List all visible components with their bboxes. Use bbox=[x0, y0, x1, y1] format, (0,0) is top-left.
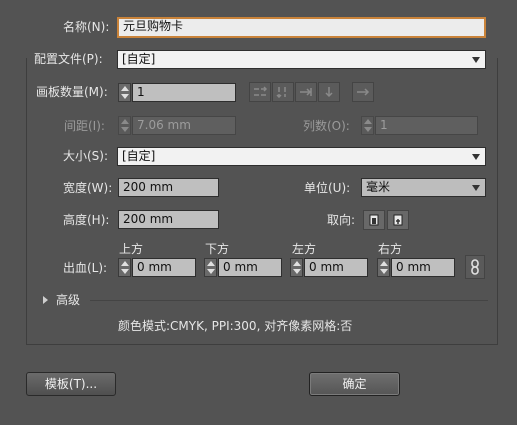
height-label: 高度(H): bbox=[63, 213, 110, 227]
width-label: 宽度(W): bbox=[63, 181, 113, 195]
profile-label: 配置文件(P): bbox=[34, 51, 105, 67]
spacing-stepper bbox=[118, 116, 131, 135]
columns-input: 1 bbox=[375, 116, 478, 135]
columns-stepper bbox=[361, 116, 374, 135]
portrait-icon[interactable] bbox=[363, 210, 385, 230]
document-summary: 颜色模式:CMYK, PPI:300, 对齐像素网格:否 bbox=[118, 319, 353, 333]
grid-by-row-icon[interactable] bbox=[249, 82, 271, 102]
size-select-value: [自定] bbox=[122, 149, 156, 163]
bleed-right-label: 右方 bbox=[378, 242, 403, 256]
bleed-left-input[interactable]: 0 mm bbox=[304, 258, 368, 277]
bleed-top-input[interactable]: 0 mm bbox=[132, 258, 196, 277]
chevron-down-icon bbox=[472, 154, 480, 160]
bleed-left-label: 左方 bbox=[292, 242, 317, 256]
name-label: 名称(N): bbox=[63, 20, 110, 34]
bleed-top-stepper[interactable] bbox=[118, 258, 131, 277]
landscape-icon[interactable] bbox=[387, 210, 409, 230]
profile-select-value: [自定] bbox=[122, 52, 156, 66]
bleed-left-stepper[interactable] bbox=[290, 258, 303, 277]
spacing-label: 间距(I): bbox=[64, 119, 105, 133]
right-to-left-icon[interactable] bbox=[352, 82, 374, 102]
arrange-by-row-icon[interactable] bbox=[295, 82, 317, 102]
bleed-bottom-stepper[interactable] bbox=[204, 258, 217, 277]
spacing-input: 7.06 mm bbox=[132, 116, 236, 135]
ok-button[interactable]: 确定 bbox=[309, 372, 400, 396]
size-label: 大小(S): bbox=[63, 149, 109, 163]
bleed-bottom-label: 下方 bbox=[205, 242, 230, 256]
link-icon[interactable] bbox=[465, 255, 485, 279]
bleed-bottom-input[interactable]: 0 mm bbox=[218, 258, 282, 277]
artboards-label: 画板数量(M): bbox=[36, 85, 108, 99]
chevron-down-icon bbox=[472, 185, 480, 191]
advanced-divider bbox=[90, 300, 488, 301]
chevron-down-icon bbox=[472, 57, 480, 63]
orientation-label: 取向: bbox=[327, 213, 356, 227]
advanced-label[interactable]: 高级 bbox=[56, 292, 80, 308]
artboards-input[interactable]: 1 bbox=[132, 83, 236, 102]
bleed-right-input[interactable]: 0 mm bbox=[391, 258, 455, 277]
bleed-right-stepper[interactable] bbox=[377, 258, 390, 277]
artboards-stepper[interactable] bbox=[118, 83, 131, 102]
units-label: 单位(U): bbox=[304, 181, 351, 195]
arrange-by-column-icon[interactable] bbox=[318, 82, 340, 102]
units-select-value: 毫米 bbox=[366, 180, 391, 194]
size-select[interactable]: [自定] bbox=[117, 147, 486, 166]
bleed-top-label: 上方 bbox=[119, 242, 144, 256]
grid-by-column-icon[interactable] bbox=[272, 82, 294, 102]
name-input[interactable]: 元旦购物卡 bbox=[117, 17, 486, 38]
disclosure-triangle-icon[interactable] bbox=[43, 296, 48, 304]
bleed-label: 出血(L): bbox=[63, 261, 108, 275]
units-select[interactable]: 毫米 bbox=[361, 178, 486, 197]
columns-label: 列数(O): bbox=[303, 119, 350, 133]
width-input[interactable]: 200 mm bbox=[118, 178, 219, 197]
height-input[interactable]: 200 mm bbox=[118, 210, 219, 229]
templates-button[interactable]: 模板(T)... bbox=[26, 372, 116, 396]
profile-select[interactable]: [自定] bbox=[117, 50, 486, 69]
